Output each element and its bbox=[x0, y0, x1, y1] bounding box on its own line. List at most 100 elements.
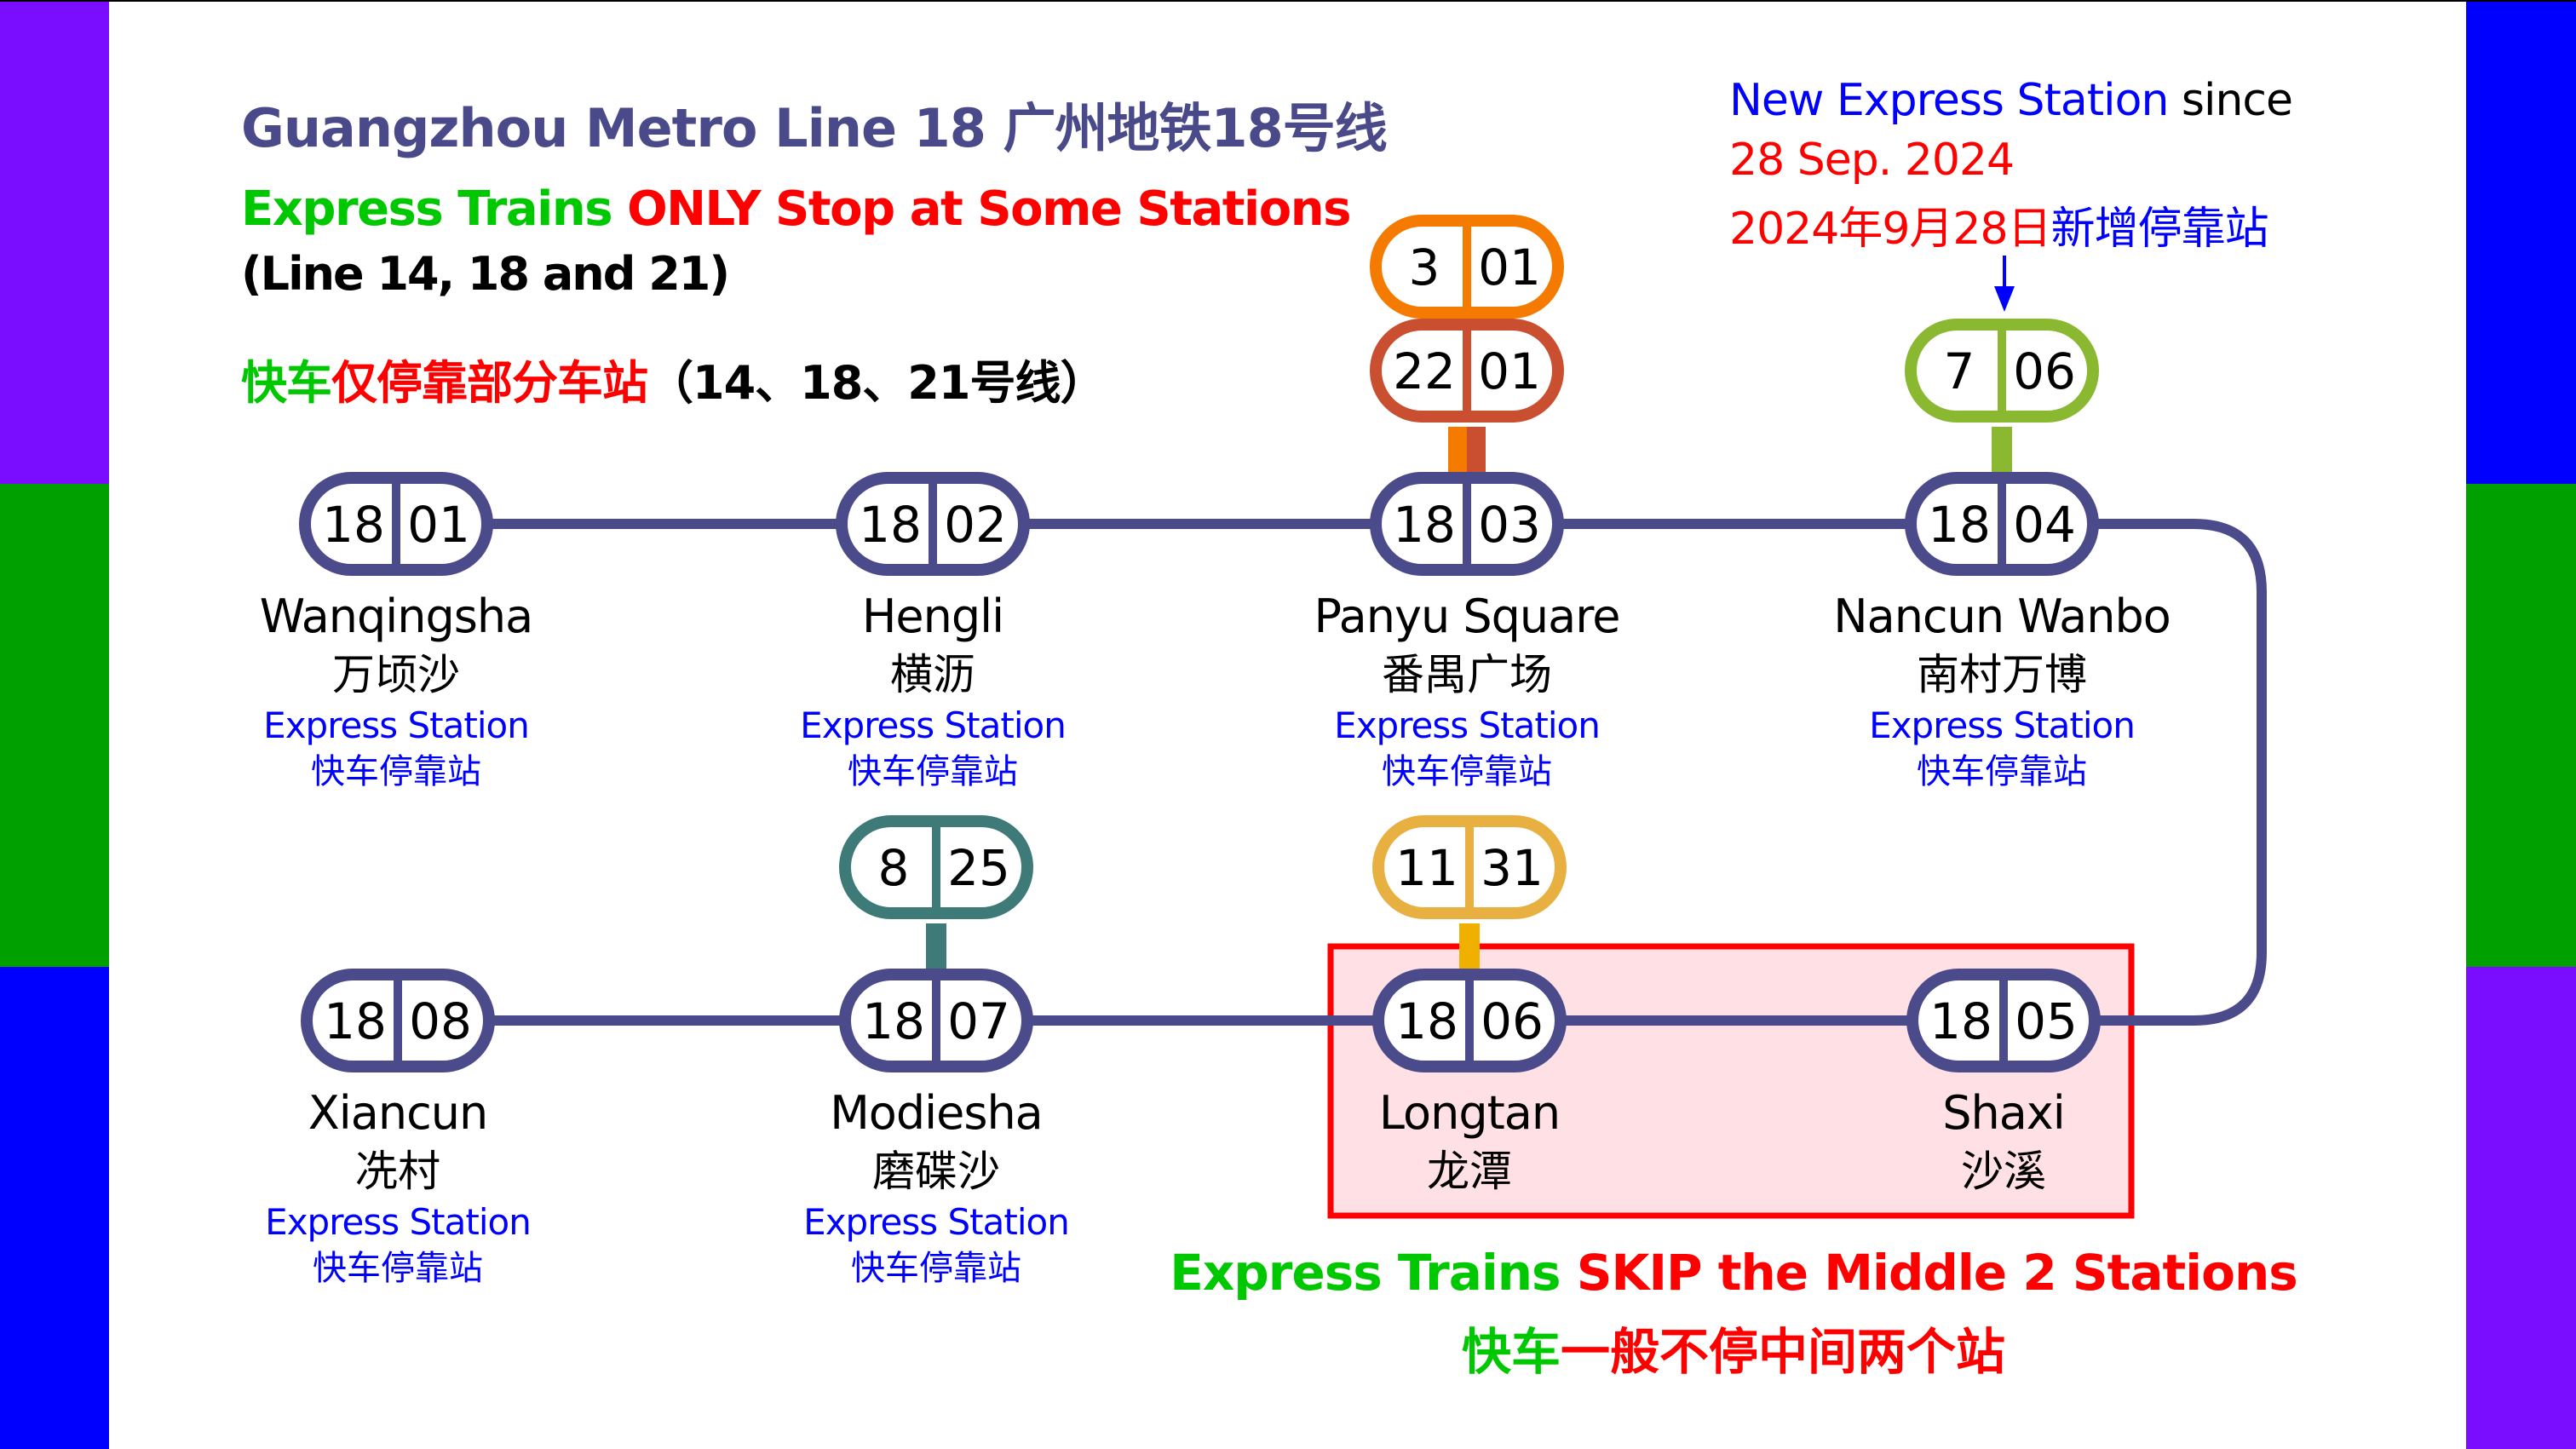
badge-line-number: 7 bbox=[1944, 342, 1975, 400]
station-badge-18-01[interactable]: 18 01 bbox=[299, 472, 493, 576]
badge-station-code: 07 bbox=[947, 992, 1010, 1050]
badge-line-number: 18 bbox=[859, 496, 922, 554]
station-name-zh: 万顷沙 bbox=[332, 650, 460, 699]
subtitle-zh-green: 快车 bbox=[241, 356, 332, 410]
badge-line-number: 22 bbox=[1393, 342, 1456, 400]
page-title: Guangzhou Metro Line 18 广州地铁18号线 bbox=[241, 97, 1388, 159]
station-name-zh: 龙潭 bbox=[1426, 1147, 1512, 1196]
transfer-badge-line-7[interactable]: 7 06 bbox=[1905, 319, 2099, 423]
skip-note-zh: 快车一般不停中间两个站 bbox=[1462, 1312, 2005, 1383]
station-name-en: Wanqingsha bbox=[259, 589, 533, 643]
badge-line-number: 11 bbox=[1395, 839, 1458, 897]
transfer-connector bbox=[926, 923, 946, 976]
arrow-down-icon bbox=[1994, 256, 2015, 312]
express-station-label-en: Express Station bbox=[265, 1201, 532, 1243]
station-label: Hengli 横沥 Express Station 快车停靠站 bbox=[800, 587, 1067, 795]
transfer-connector bbox=[1448, 427, 1467, 480]
express-station-label-zh: 快车停靠站 bbox=[312, 1249, 483, 1288]
subtitle-en-green: Express Trains bbox=[241, 181, 628, 237]
express-station-label-zh: 快车停靠站 bbox=[1917, 752, 2087, 791]
station-name-zh: 沙溪 bbox=[1961, 1147, 2046, 1196]
badge-station-code: 06 bbox=[2013, 342, 2076, 400]
badge-station-code: 08 bbox=[409, 992, 472, 1050]
station-name-zh: 横沥 bbox=[889, 650, 975, 699]
station-name-en: Xiancun bbox=[308, 1086, 488, 1140]
transfer-connector bbox=[1459, 923, 1480, 976]
skip-note-en: Express Trains SKIP the Middle 2 Station… bbox=[1170, 1244, 2298, 1302]
badge-station-code: 01 bbox=[407, 496, 470, 554]
new-station-date-zh: 2024年9月28日 bbox=[1729, 204, 2052, 255]
express-station-label-en: Express Station bbox=[1334, 704, 1601, 746]
new-station-date-en: 28 Sep. 2024 bbox=[1729, 135, 2015, 186]
badge-line-number: 18 bbox=[1393, 496, 1456, 554]
express-subtitle-zh: 快车仅停靠部分车站（14、18、21号线） bbox=[241, 345, 1106, 412]
new-station-note-zh: 2024年9月28日新增停靠站 bbox=[1729, 193, 2269, 256]
subtitle-zh-red: 仅停靠部分车站 bbox=[331, 356, 648, 410]
express-station-label-zh: 快车停靠站 bbox=[850, 1249, 1021, 1288]
badge-station-code: 31 bbox=[1481, 839, 1544, 897]
transfer-badge-line-22[interactable]: 22 01 bbox=[1370, 319, 1564, 423]
badge-station-code: 01 bbox=[1478, 239, 1541, 296]
subtitle-en-red: ONLY Stop at Some Stations bbox=[627, 181, 1351, 237]
station-label: Wanqingsha 万顷沙 Express Station 快车停靠站 bbox=[260, 587, 533, 795]
badge-station-code: 06 bbox=[1481, 992, 1544, 1050]
skip-note-zh-green: 快车 bbox=[1461, 1323, 1561, 1381]
express-station-label-en: Express Station bbox=[263, 704, 530, 746]
station-badge-18-04[interactable]: 18 04 bbox=[1905, 472, 2099, 576]
station-badge-18-03[interactable]: 18 03 bbox=[1370, 472, 1564, 576]
express-station-label-en: Express Station bbox=[800, 704, 1067, 746]
badge-line-number: 18 bbox=[322, 496, 385, 554]
station-label: Modiesha 磨碟沙 Express Station 快车停靠站 bbox=[803, 1084, 1070, 1291]
station-name-en: Shaxi bbox=[1942, 1086, 2066, 1140]
badge-station-code: 25 bbox=[947, 839, 1010, 897]
new-station-note-line1: New Express Station since bbox=[1729, 75, 2293, 126]
station-label: Shaxi 沙溪 bbox=[1942, 1084, 2066, 1199]
station-name-zh: 磨碟沙 bbox=[871, 1147, 1000, 1196]
station-name-zh: 番禺广场 bbox=[1381, 650, 1552, 699]
badge-station-code: 01 bbox=[1478, 342, 1541, 400]
transfer-connector bbox=[1992, 427, 2012, 480]
station-name-zh: 南村万博 bbox=[1917, 650, 2087, 699]
badge-line-number: 18 bbox=[1928, 496, 1991, 554]
badge-line-number: 3 bbox=[1409, 239, 1440, 296]
station-label: Panyu Square 番禺广场 Express Station 快车停靠站 bbox=[1314, 587, 1621, 795]
badge-line-number: 18 bbox=[862, 992, 925, 1050]
express-lines-note: (Line 14, 18 and 21) bbox=[241, 247, 730, 301]
new-stop-label-zh: 新增停靠站 bbox=[2050, 204, 2269, 255]
station-name-en: Hengli bbox=[861, 589, 1004, 643]
station-name-zh: 冼村 bbox=[354, 1147, 440, 1196]
transfer-badge-line-8[interactable]: 8 25 bbox=[839, 815, 1033, 919]
transfer-connector bbox=[1467, 427, 1486, 480]
station-label: Nancun Wanbo 南村万博 Express Station 快车停靠站 bbox=[1833, 587, 2171, 795]
express-station-label-zh: 快车停靠站 bbox=[1381, 752, 1552, 791]
station-badge-18-07[interactable]: 18 07 bbox=[839, 969, 1033, 1072]
station-label: Longtan 龙潭 bbox=[1378, 1084, 1561, 1199]
badge-line-number: 18 bbox=[1929, 992, 1992, 1050]
subtitle-zh-black: （14、18、21号线） bbox=[647, 356, 1106, 410]
station-badge-18-02[interactable]: 18 02 bbox=[836, 472, 1030, 576]
station-badge-18-08[interactable]: 18 08 bbox=[301, 969, 495, 1072]
skip-note-en-red: SKIP the Middle 2 Stations bbox=[1576, 1244, 2298, 1302]
new-express-station-label: New Express Station bbox=[1729, 75, 2169, 126]
station-name-en: Panyu Square bbox=[1314, 589, 1621, 643]
transfer-badge-line-11[interactable]: 11 31 bbox=[1372, 815, 1567, 919]
skip-note-zh-red: 一般不停中间两个站 bbox=[1561, 1323, 2006, 1381]
badge-line-number: 8 bbox=[878, 839, 910, 897]
since-label: since bbox=[2168, 75, 2293, 126]
transfer-badge-line-3[interactable]: 3 01 bbox=[1370, 215, 1564, 319]
station-badge-18-06[interactable]: 18 06 bbox=[1372, 969, 1567, 1072]
express-station-label-zh: 快车停靠站 bbox=[311, 752, 481, 791]
express-station-label-en: Express Station bbox=[803, 1201, 1070, 1243]
badge-station-code: 03 bbox=[1478, 496, 1541, 554]
badge-station-code: 04 bbox=[2013, 496, 2076, 554]
station-label: Xiancun 冼村 Express Station 快车停靠站 bbox=[265, 1084, 532, 1291]
badge-line-number: 18 bbox=[324, 992, 387, 1050]
badge-line-number: 18 bbox=[1395, 992, 1458, 1050]
express-station-label-zh: 快车停靠站 bbox=[847, 752, 1018, 791]
station-badge-18-05[interactable]: 18 05 bbox=[1906, 969, 2101, 1072]
express-subtitle-en: Express Trains ONLY Stop at Some Station… bbox=[241, 181, 1351, 237]
station-name-en: Modiesha bbox=[830, 1086, 1044, 1140]
station-name-en: Longtan bbox=[1378, 1086, 1561, 1140]
express-station-label-en: Express Station bbox=[1869, 704, 2136, 746]
station-name-en: Nancun Wanbo bbox=[1833, 589, 2171, 643]
